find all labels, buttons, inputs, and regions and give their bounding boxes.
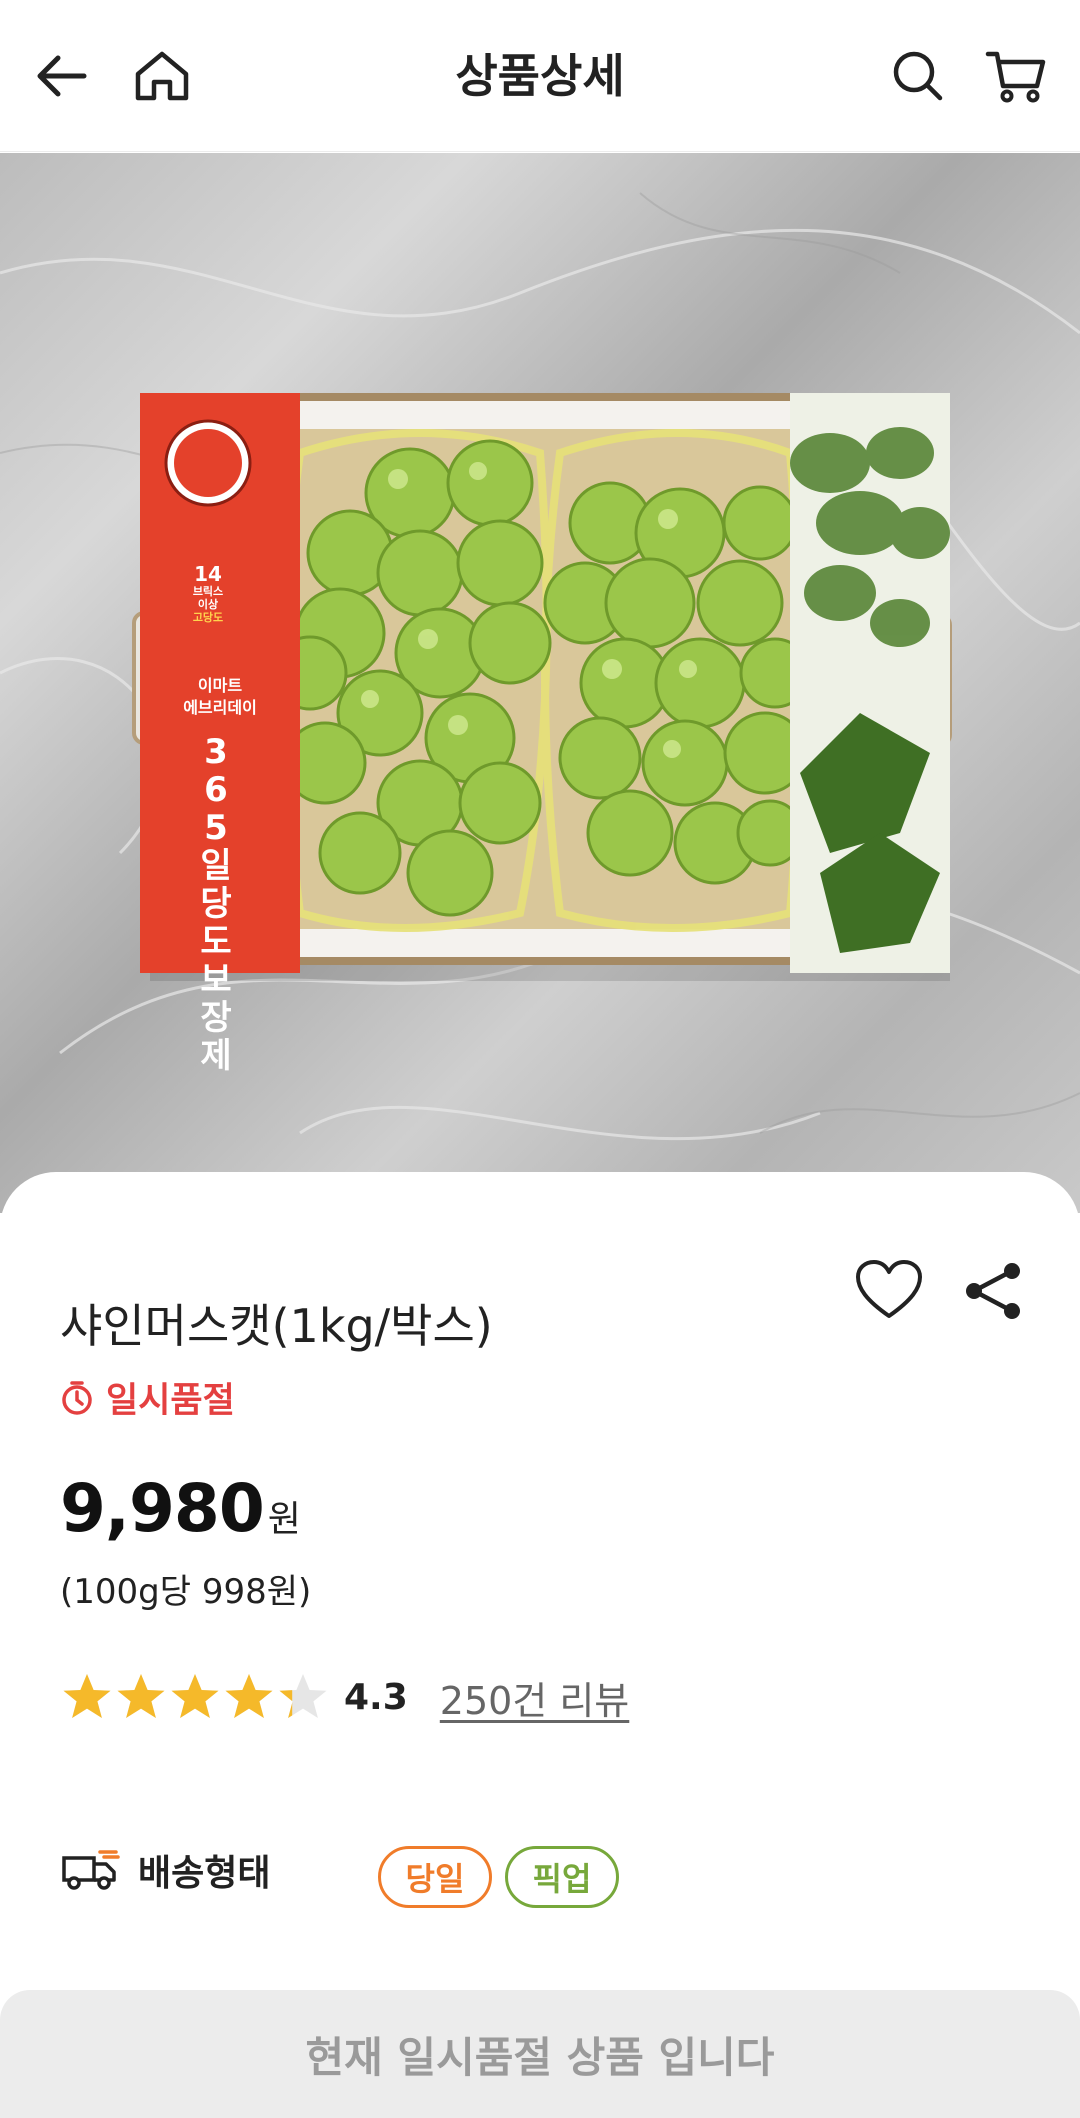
shipping-type: 배송형태 [60, 1844, 270, 1896]
box-badge-unit-line1: 브릭스 [192, 585, 224, 598]
back-button[interactable] [26, 40, 98, 112]
stock-status: 일시품절 [60, 1372, 235, 1423]
back-arrow-icon [37, 55, 87, 97]
price-unit: 원 [267, 1499, 301, 1540]
rating-row: 4.3 250건 리뷰 [60, 1670, 629, 1725]
star-rating [60, 1671, 330, 1725]
unit-price: (100g당 998원) [60, 1572, 312, 1612]
box-brand-line2: 에브리데이 [183, 698, 257, 717]
price: 9,980 원 [60, 1470, 301, 1547]
star-icon [117, 1673, 165, 1718]
shipping-label: 배송형태 [138, 1853, 271, 1894]
box-badge-number: 14 [194, 562, 222, 586]
box-brand-line1: 이마트 [197, 676, 243, 695]
home-button[interactable] [126, 40, 198, 112]
product-image: 14 브릭스 이상 고당도 이마트 에브리데이 365일 당도 보장제 [0, 153, 1080, 1213]
rating-value: 4.3 [344, 1677, 408, 1718]
home-icon [135, 51, 189, 101]
pickup-badge: 픽업 [505, 1846, 619, 1908]
cart-icon [985, 51, 1046, 103]
share-icon [966, 1263, 1020, 1319]
star-icon [63, 1673, 111, 1718]
stock-status-label: 일시품절 [106, 1381, 235, 1421]
review-link[interactable]: 250건 리뷰 [440, 1670, 630, 1725]
timer-icon [62, 1380, 92, 1415]
search-icon [893, 51, 943, 101]
price-value: 9,980 [60, 1470, 265, 1547]
box-badge-caption: 고당도 [192, 611, 224, 624]
box-vertical-text: 365일 당도 보장제 [200, 732, 232, 1076]
box-brand: 이마트 에브리데이 [140, 675, 300, 719]
product-name: 샤인머스캣(1kg/박스) [60, 1299, 493, 1353]
star-icon [225, 1673, 273, 1718]
star-icon [279, 1673, 327, 1718]
search-button[interactable] [882, 40, 954, 112]
share-button[interactable] [962, 1262, 1024, 1320]
sold-out-button[interactable]: 현재 일시품절 상품 입니다 [0, 1990, 1080, 2118]
delivery-truck-icon [62, 1850, 120, 1890]
box-badge: 14 브릭스 이상 고당도 [166, 563, 250, 624]
same-day-badge: 당일 [378, 1846, 492, 1908]
box-badge-unit-line2: 이상 [197, 598, 219, 611]
top-app-bar: 상품상세 [0, 0, 1080, 152]
heart-icon [856, 1260, 922, 1318]
cart-button[interactable] [980, 40, 1052, 112]
star-icon [171, 1673, 219, 1718]
wishlist-button[interactable] [854, 1258, 924, 1322]
